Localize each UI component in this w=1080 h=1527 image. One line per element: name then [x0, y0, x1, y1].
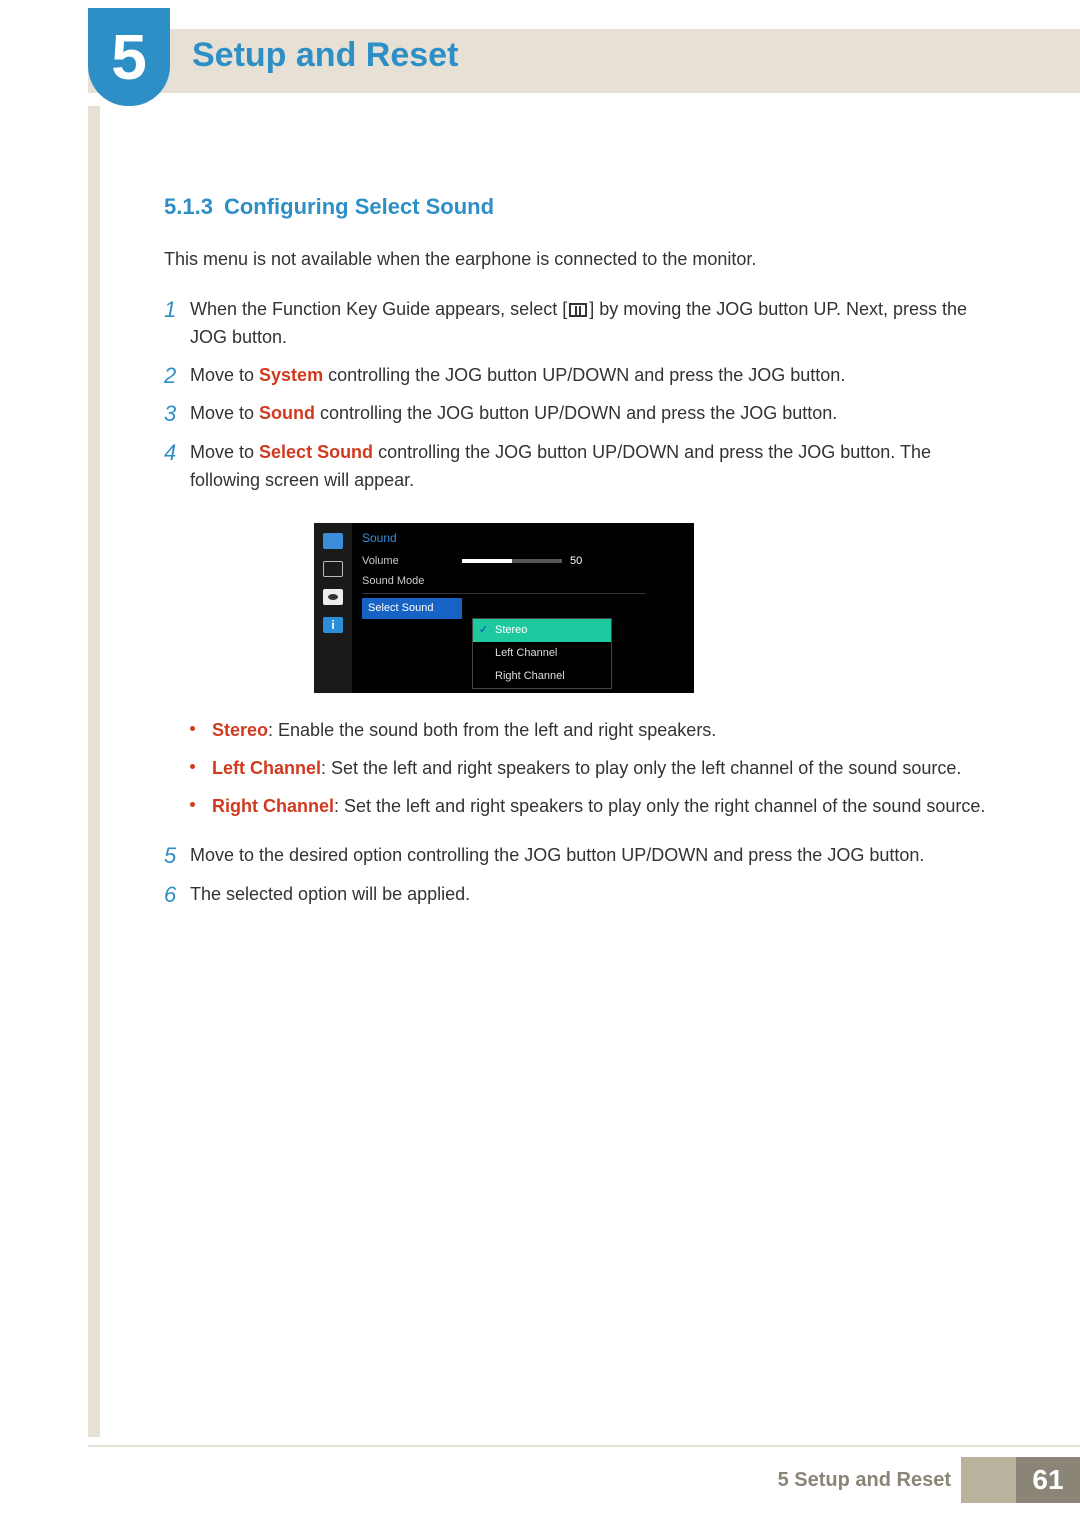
osd-dropdown: Stereo Left Channel Right Channel	[472, 618, 612, 689]
step-body: Move to Select Sound controlling the JOG…	[190, 439, 1000, 495]
chapter-title: Setup and Reset	[192, 36, 458, 75]
osd-selectsound-label: Select Sound	[362, 598, 462, 619]
steps-list-cont: 5 Move to the desired option controlling…	[164, 842, 1000, 909]
step-number: 5	[164, 842, 190, 871]
osd-sidebar: i	[314, 523, 352, 693]
bullet-text: : Enable the sound both from the left an…	[268, 720, 716, 740]
highlight: Left Channel	[212, 758, 321, 778]
bullet-text: : Set the left and right speakers to pla…	[321, 758, 961, 778]
footer-chip	[961, 1457, 1016, 1503]
footer-divider	[88, 1445, 1080, 1447]
step-body: When the Function Key Guide appears, sel…	[190, 296, 1000, 352]
osd-right-pad	[654, 523, 694, 693]
step-number: 1	[164, 296, 190, 325]
step-body: Move to System controlling the JOG butto…	[190, 362, 1000, 390]
highlight: System	[259, 365, 323, 385]
osd-main: Sound Volume 50 Sound Mode Select Sound …	[352, 523, 654, 693]
step-4: 4 Move to Select Sound controlling the J…	[164, 439, 1000, 495]
menu-icon	[569, 303, 587, 317]
option-descriptions: Stereo: Enable the sound both from the l…	[190, 717, 1000, 821]
step-text: Move to	[190, 403, 259, 423]
step-body: Move to Sound controlling the JOG button…	[190, 400, 1000, 428]
volume-bar	[462, 559, 562, 563]
step-1: 1 When the Function Key Guide appears, s…	[164, 296, 1000, 352]
move-icon	[323, 561, 343, 577]
bullet-right: Right Channel: Set the left and right sp…	[190, 793, 1000, 821]
step-number: 3	[164, 400, 190, 429]
info-icon: i	[323, 617, 343, 633]
step-2: 2 Move to System controlling the JOG but…	[164, 362, 1000, 391]
bullet-left: Left Channel: Set the left and right spe…	[190, 755, 1000, 783]
step-text: Move to	[190, 365, 259, 385]
osd-soundmode-label: Sound Mode	[362, 573, 462, 590]
section-heading: 5.1.3 Configuring Select Sound	[164, 190, 1000, 224]
divider	[362, 593, 646, 594]
osd-selectsound-row: Select Sound	[362, 598, 646, 618]
step-body: Move to the desired option controlling t…	[190, 842, 1000, 870]
steps-list: 1 When the Function Key Guide appears, s…	[164, 296, 1000, 495]
highlight: Right Channel	[212, 796, 334, 816]
osd-soundmode-row: Sound Mode	[362, 571, 646, 591]
bullet-stereo: Stereo: Enable the sound both from the l…	[190, 717, 1000, 745]
step-5: 5 Move to the desired option controlling…	[164, 842, 1000, 871]
step-number: 4	[164, 439, 190, 468]
osd-option-left: Left Channel	[473, 642, 611, 665]
page-number: 61	[1016, 1457, 1080, 1503]
osd-screenshot: i Sound Volume 50 Sound Mode Select Soun…	[314, 523, 694, 693]
osd-title: Sound	[362, 529, 646, 548]
osd-option-right: Right Channel	[473, 665, 611, 688]
volume-value: 50	[570, 553, 582, 570]
section-number: 5.1.3	[164, 194, 213, 219]
step-text: controlling the JOG button UP/DOWN and p…	[315, 403, 837, 423]
step-number: 6	[164, 881, 190, 910]
monitor-icon	[323, 533, 343, 549]
step-body: The selected option will be applied.	[190, 881, 1000, 909]
page-content: 5.1.3 Configuring Select Sound This menu…	[164, 190, 1000, 920]
footer: 5 Setup and Reset 61	[778, 1457, 1080, 1503]
highlight: Select Sound	[259, 442, 373, 462]
step-text: Move to	[190, 442, 259, 462]
step-text: controlling the JOG button UP/DOWN and p…	[323, 365, 845, 385]
intro-text: This menu is not available when the earp…	[164, 246, 1000, 274]
section-title: Configuring Select Sound	[224, 194, 494, 219]
highlight: Stereo	[212, 720, 268, 740]
step-6: 6 The selected option will be applied.	[164, 881, 1000, 910]
chapter-number-badge: 5	[88, 8, 170, 106]
step-number: 2	[164, 362, 190, 391]
osd-option-stereo: Stereo	[473, 619, 611, 642]
highlight: Sound	[259, 403, 315, 423]
gear-icon	[323, 589, 343, 605]
step-3: 3 Move to Sound controlling the JOG butt…	[164, 400, 1000, 429]
osd-volume-label: Volume	[362, 553, 462, 570]
step-text: When the Function Key Guide appears, sel…	[190, 299, 567, 319]
footer-chapter: 5 Setup and Reset	[778, 1469, 951, 1492]
osd-volume-row: Volume 50	[362, 551, 646, 571]
left-stripe	[88, 106, 100, 1437]
bullet-text: : Set the left and right speakers to pla…	[334, 796, 985, 816]
